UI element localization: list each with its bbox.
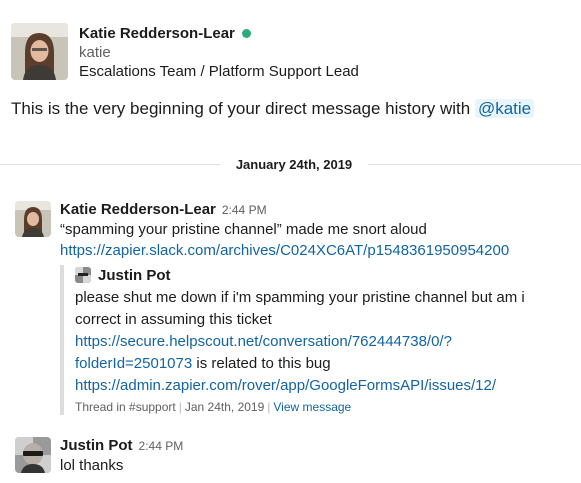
avatar[interactable]	[15, 201, 51, 237]
message: Justin Pot 2:44 PM lol thanks	[15, 437, 183, 476]
intro-text: This is the very beginning of your direc…	[11, 99, 475, 118]
avatar[interactable]	[11, 23, 68, 80]
message-author[interactable]: Justin Pot	[60, 437, 133, 455]
attachment-text: please shut me down if i'm spamming your…	[75, 287, 560, 397]
message-text: “spamming your pristine channel” made me…	[60, 221, 427, 238]
zapier-issue-link[interactable]: https://admin.zapier.com/rover/app/Googl…	[75, 377, 496, 394]
message-timestamp[interactable]: 2:44 PM	[222, 203, 267, 217]
helpscout-link-continued[interactable]: folderId=2501073	[75, 355, 192, 372]
footer-separator: |	[178, 400, 182, 414]
profile-title: Escalations Team / Platform Support Lead	[79, 63, 359, 80]
view-message-link[interactable]: View message	[273, 400, 351, 414]
helpscout-link[interactable]: https://secure.helpscout.net/conversatio…	[75, 333, 452, 350]
attachment-author[interactable]: Justin Pot	[98, 267, 171, 284]
shared-message-attachment: Justin Pot please shut me down if i'm sp…	[60, 265, 560, 415]
dm-profile-header: Katie Redderson-Lear katie Escalations T…	[11, 23, 359, 82]
profile-handle: katie	[79, 44, 111, 61]
attachment-date: Jan 24th, 2019	[184, 400, 265, 414]
attachment-text-line: correct in assuming this ticket	[75, 311, 272, 328]
dm-intro-text: This is the very beginning of your direc…	[11, 97, 535, 121]
attachment-text-line: please shut me down if i'm spamming your…	[75, 289, 525, 306]
message-timestamp[interactable]: 2:44 PM	[139, 439, 184, 453]
avatar[interactable]	[15, 437, 51, 473]
thread-source[interactable]: Thread in #support	[75, 400, 176, 414]
profile-name[interactable]: Katie Redderson-Lear	[79, 24, 235, 43]
presence-active-icon	[241, 29, 251, 38]
message-link[interactable]: https://zapier.slack.com/archives/C024XC…	[60, 242, 509, 259]
avatar	[75, 267, 91, 283]
message-author[interactable]: Katie Redderson-Lear	[60, 201, 216, 219]
date-divider[interactable]: January 24th, 2019	[220, 153, 368, 177]
attachment-text-line: is related to this bug	[192, 355, 331, 372]
message-text: lol thanks	[60, 457, 124, 474]
user-mention[interactable]: @katie	[474, 99, 535, 118]
attachment-footer: Thread in #support | Jan 24th, 2019 | View m…	[75, 399, 560, 415]
message: Katie Redderson-Lear 2:44 PM “spamming y…	[15, 201, 560, 415]
footer-separator: |	[267, 400, 271, 414]
